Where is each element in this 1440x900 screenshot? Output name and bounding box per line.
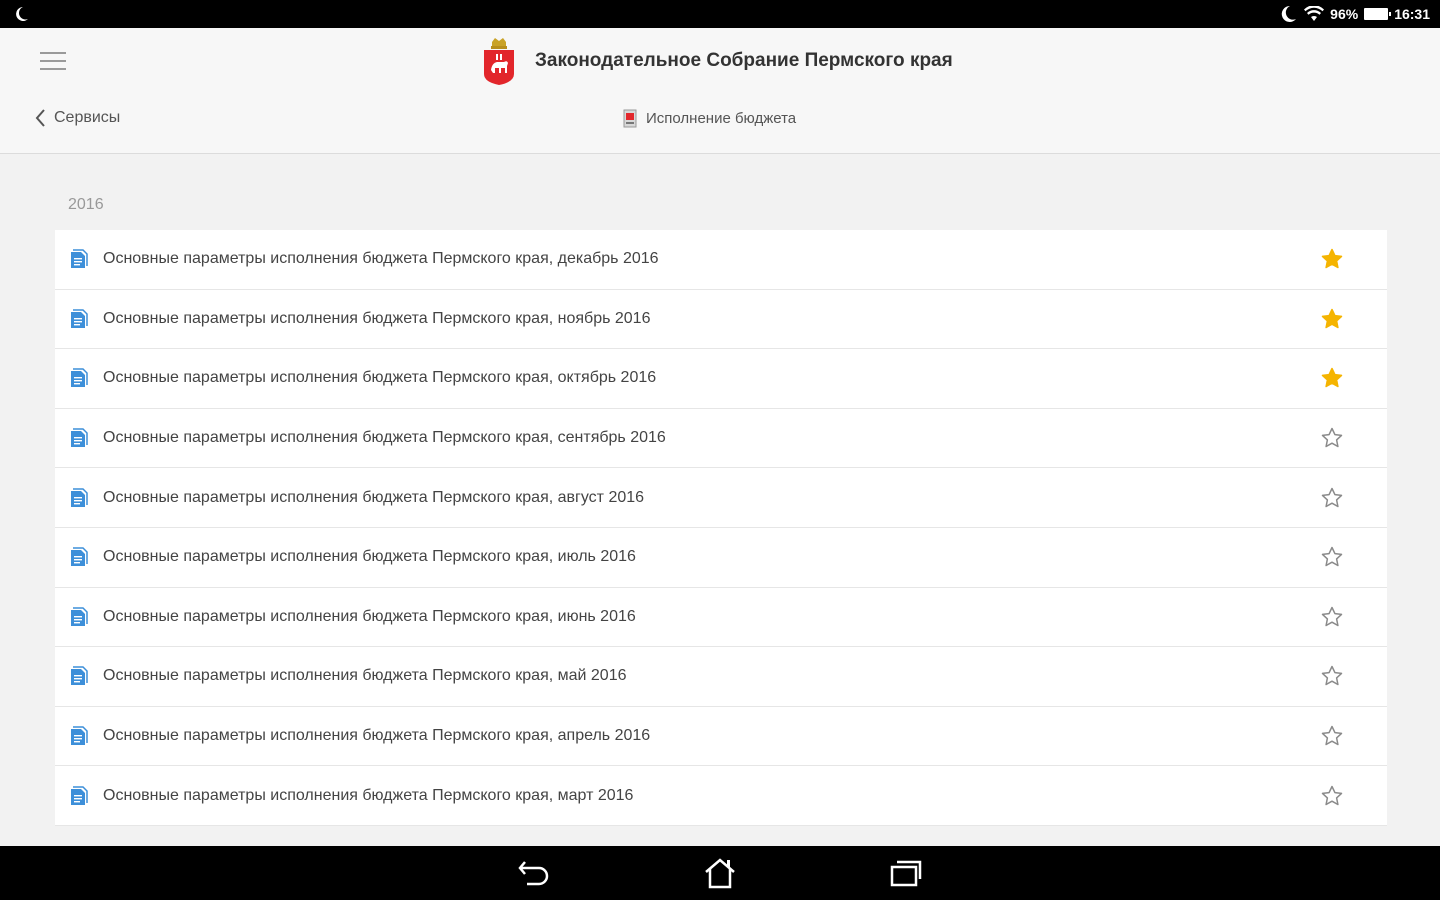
back-button[interactable]: Сервисы — [34, 108, 120, 128]
document-icon — [71, 368, 88, 388]
list-item[interactable]: Основные параметры исполнения бюджета Пе… — [55, 527, 1387, 588]
list-item-label: Основные параметры исполнения бюджета Пе… — [103, 786, 634, 804]
list-item[interactable]: Основные параметры исполнения бюджета Пе… — [55, 230, 1387, 290]
list-item-label: Основные параметры исполнения бюджета Пе… — [103, 250, 659, 268]
do-not-disturb-moon-icon — [1281, 5, 1297, 22]
list-item[interactable]: Основные параметры исполнения бюджета Пе… — [55, 408, 1387, 469]
document-icon — [71, 726, 88, 746]
document-icon — [71, 785, 88, 805]
back-label: Сервисы — [54, 109, 121, 126]
back-arrow-icon — [518, 861, 549, 886]
list-item[interactable]: Основные параметры исполнения бюджета Пе… — [55, 587, 1387, 648]
list-item-label: Основные параметры исполнения бюджета Пе… — [103, 369, 657, 387]
list-item-label: Основные параметры исполнения бюджета Пе… — [103, 488, 645, 506]
system-nav-bar — [0, 846, 1440, 900]
status-bar: 96% 16:31 — [0, 0, 1440, 28]
star-outline-icon[interactable] — [1321, 487, 1343, 509]
document-icon — [71, 249, 88, 269]
star-outline-icon[interactable] — [1321, 546, 1343, 568]
star-outline-icon[interactable] — [1321, 606, 1343, 628]
hamburger-icon[interactable] — [38, 50, 68, 72]
list-item-label: Основные параметры исполнения бюджета Пе… — [103, 607, 636, 625]
list-item-label: Основные параметры исполнения бюджета Пе… — [103, 548, 636, 566]
battery-percent: 96% — [1330, 6, 1359, 22]
budget-icon — [623, 109, 637, 128]
star-outline-icon[interactable] — [1321, 665, 1343, 687]
battery-icon — [1364, 8, 1392, 20]
recents-nav-button[interactable] — [888, 855, 924, 891]
back-nav-button[interactable] — [516, 855, 552, 891]
year-heading: 2016 — [68, 196, 104, 213]
document-icon — [71, 309, 88, 328]
document-icon — [71, 547, 88, 567]
home-nav-button[interactable] — [702, 855, 738, 891]
star-outline-icon[interactable] — [1321, 427, 1343, 449]
list-item[interactable]: Основные параметры исполнения бюджета Пе… — [55, 706, 1387, 767]
wifi-icon — [1304, 6, 1325, 21]
list-item[interactable]: Основные параметры исполнения бюджета Пе… — [55, 349, 1387, 409]
document-icon — [71, 607, 88, 626]
perm-coat-of-arms-icon — [484, 38, 514, 85]
app-header: Законодательное Собрание Пермского края … — [0, 28, 1440, 154]
star-filled-icon[interactable] — [1321, 248, 1343, 270]
chevron-left-icon — [35, 109, 45, 127]
recent-apps-icon — [890, 860, 922, 887]
list-item[interactable]: Основные параметры исполнения бюджета Пе… — [55, 289, 1387, 350]
star-outline-icon[interactable] — [1321, 725, 1343, 747]
document-icon — [71, 428, 88, 448]
star-filled-icon[interactable] — [1321, 367, 1343, 389]
list-item[interactable]: Основные параметры исполнения бюджета Пе… — [55, 468, 1387, 528]
document-list: Основные параметры исполнения бюджета Пе… — [55, 230, 1387, 826]
section-title: Исполнение бюджета — [622, 108, 796, 128]
list-item[interactable]: Основные параметры исполнения бюджета Пе… — [55, 766, 1387, 826]
list-item[interactable]: Основные параметры исполнения бюджета Пе… — [55, 647, 1387, 707]
section-title-label: Исполнение бюджета — [646, 109, 797, 127]
moon-icon — [16, 7, 28, 21]
star-outline-icon[interactable] — [1321, 785, 1343, 807]
document-icon — [71, 666, 88, 686]
document-icon — [71, 487, 88, 507]
clock: 16:31 — [1394, 6, 1430, 22]
list-item-label: Основные параметры исполнения бюджета Пе… — [103, 727, 651, 745]
list-item-label: Основные параметры исполнения бюджета Пе… — [103, 667, 627, 685]
star-filled-icon[interactable] — [1321, 308, 1343, 330]
home-icon — [705, 858, 735, 889]
list-item-label: Основные параметры исполнения бюджета Пе… — [103, 309, 651, 327]
brand: Законодательное Собрание Пермского края — [483, 36, 953, 86]
list-item-label: Основные параметры исполнения бюджета Пе… — [103, 429, 666, 447]
app-title: Законодательное Собрание Пермского края — [535, 50, 953, 71]
